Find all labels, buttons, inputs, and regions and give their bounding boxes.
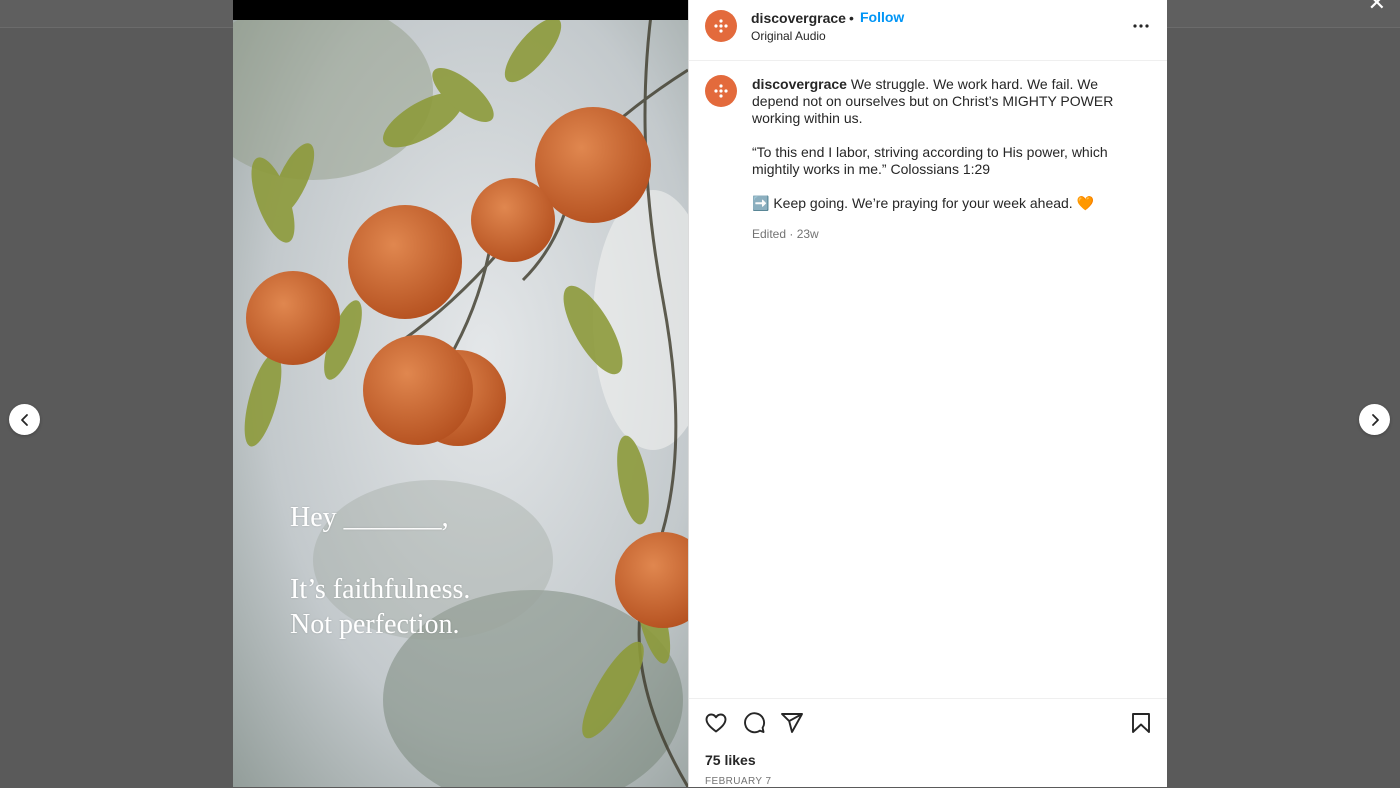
previous-post-button[interactable] — [9, 404, 40, 435]
media-top-bar — [233, 0, 688, 20]
caption-paragraph-2: “To this end I labor, striving according… — [752, 144, 1108, 177]
share-icon — [781, 713, 803, 733]
media-text-line2: It’s faithfulness. — [290, 574, 471, 605]
caption-username[interactable]: discovergrace — [752, 76, 847, 92]
separator-dot: • — [849, 10, 854, 26]
post-details-panel: discovergrace • Follow Original Audio di… — [688, 0, 1167, 787]
like-button[interactable] — [704, 711, 730, 737]
post-media[interactable]: Hey _______, It’s faithfulness. Not perf… — [233, 0, 688, 787]
close-icon[interactable]: ✕ — [1368, 0, 1386, 14]
brand-logo-icon — [714, 19, 728, 33]
post-date: FEBRUARY 7 — [705, 776, 772, 787]
post-header: discovergrace • Follow Original Audio — [689, 0, 1167, 61]
save-button[interactable] — [1129, 711, 1155, 737]
caption-meta: Edited · 23w — [752, 227, 819, 241]
avatar[interactable] — [705, 10, 737, 42]
caption-avatar[interactable] — [705, 75, 737, 107]
share-button[interactable] — [780, 711, 806, 737]
caption-paragraph-3: ➡️ Keep going. We’re praying for your we… — [752, 195, 1095, 211]
brand-logo-icon — [714, 84, 728, 98]
chevron-right-icon — [1371, 413, 1379, 426]
header-username[interactable]: discovergrace — [751, 10, 846, 26]
orange-tree-image — [233, 0, 688, 787]
follow-button[interactable]: Follow — [860, 9, 904, 25]
media-text-line3: Not perfection. — [290, 609, 460, 640]
heart-icon — [705, 713, 727, 733]
media-text-greeting: Hey _______, — [290, 502, 449, 533]
bookmark-icon — [1132, 713, 1150, 733]
post-caption: discovergrace We struggle. We work hard.… — [752, 76, 1124, 229]
chevron-left-icon — [20, 413, 28, 426]
comment-icon — [744, 712, 765, 734]
next-post-button[interactable] — [1359, 404, 1390, 435]
caption-paragraph-1: discovergrace We struggle. We work hard.… — [752, 76, 1124, 127]
likes-count[interactable]: 75 likes — [705, 752, 756, 768]
post-actions: 75 likes FEBRUARY 7 — [689, 698, 1167, 788]
audio-label[interactable]: Original Audio — [751, 29, 826, 43]
comment-button[interactable] — [742, 711, 768, 737]
more-options-icon[interactable] — [1131, 16, 1151, 36]
